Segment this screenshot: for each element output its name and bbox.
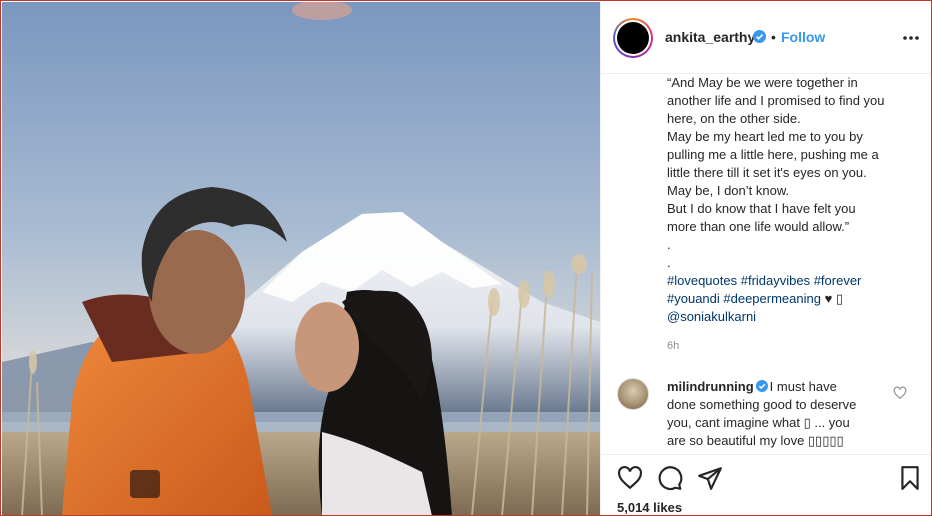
post-details-panel: ankita_earthy • Follow “And May be we we… — [600, 2, 931, 515]
comment-like-heart-icon[interactable] — [893, 386, 907, 400]
comment: milindrunning I must have done something … — [667, 378, 897, 450]
separator-dot: • — [771, 29, 776, 45]
caption-line: May be my heart led me to you by — [667, 129, 863, 144]
commenter-username[interactable]: milindrunning — [667, 379, 754, 394]
caption-line: . — [667, 237, 671, 252]
comment-text: you, cant imagine what ▯ ... you — [667, 415, 850, 430]
hashtag-line-2: #youandi #deepermeaning ♥ ▯ — [667, 290, 917, 308]
caption-line: . — [667, 255, 671, 270]
caption-line: pulling me a little here, pushing me a — [667, 147, 879, 162]
verified-badge-icon — [753, 30, 766, 43]
author-avatar[interactable] — [613, 18, 653, 58]
comment-text: are so beautiful my love ▯▯▯▯▯ — [667, 433, 844, 448]
caption-line: here, on the other side. — [667, 111, 801, 126]
post-photo[interactable] — [2, 2, 600, 515]
caption-line: another life and I promised to find you — [667, 93, 885, 108]
caption-line: more than one life would allow.” — [667, 219, 850, 234]
verified-badge-icon — [755, 380, 768, 392]
commenter-avatar[interactable] — [617, 378, 649, 410]
share-icon[interactable] — [697, 465, 723, 491]
follow-button[interactable]: Follow — [781, 29, 825, 45]
caption-line: “And May be we were together in — [667, 75, 858, 90]
comment-text: done something good to deserve — [667, 397, 857, 412]
comment-first-line: milindrunning I must have — [667, 378, 897, 396]
caption-line: May be, I don’t know. — [667, 183, 790, 198]
heart-icon[interactable] — [617, 465, 643, 491]
hashtag-links[interactable]: #youandi #deepermeaning — [667, 291, 821, 306]
mention-link[interactable]: @soniakulkarni — [667, 308, 917, 326]
caption-line: little there till it set it's eyes on yo… — [667, 165, 867, 180]
hashtag-line[interactable]: #lovequotes #fridayvibes #forever — [667, 272, 917, 290]
post-actions-bar: 5,014 likes — [601, 454, 931, 515]
author-username[interactable]: ankita_earthy — [665, 29, 755, 45]
post-timestamp[interactable]: 6h — [667, 340, 679, 352]
bookmark-icon[interactable] — [897, 465, 923, 491]
photo-illustration — [2, 2, 600, 515]
instagram-post-window: ankita_earthy • Follow “And May be we we… — [0, 0, 932, 516]
likes-count[interactable]: 5,014 likes — [617, 500, 682, 515]
post-caption: “And May be we were together in another … — [667, 74, 917, 326]
comment-text: I must have — [769, 379, 837, 394]
caption-line: But I do know that I have felt you — [667, 201, 856, 216]
comment-icon[interactable] — [657, 465, 683, 491]
caption-emoji: ♥ ▯ — [820, 291, 844, 306]
more-options-icon[interactable] — [901, 28, 921, 48]
post-header: ankita_earthy • Follow — [601, 2, 931, 74]
